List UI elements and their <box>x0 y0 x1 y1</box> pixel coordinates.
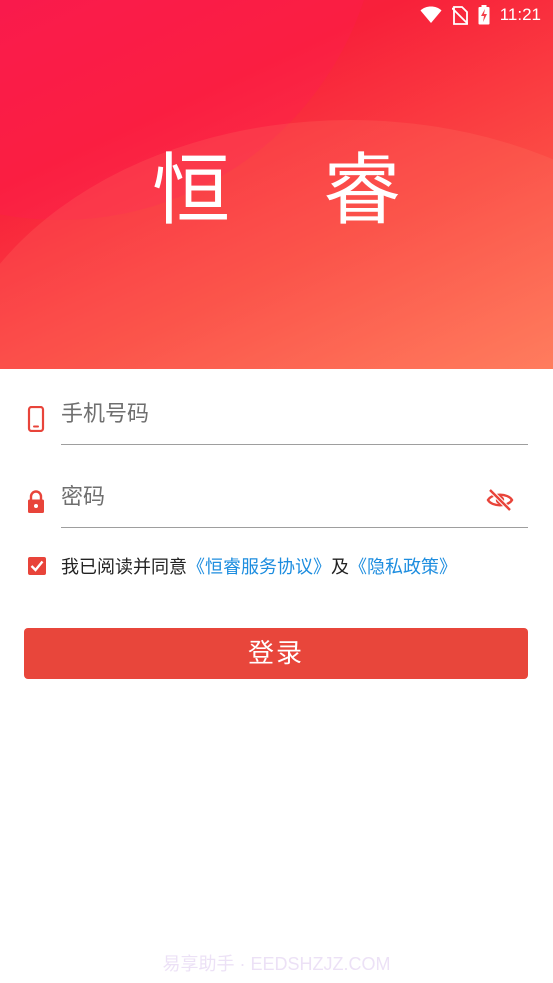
no-sim-icon <box>451 5 468 25</box>
phone-field <box>24 388 528 445</box>
phone-icon <box>26 405 46 436</box>
lock-icon <box>26 489 46 519</box>
agreement-checkbox[interactable] <box>28 557 46 575</box>
phone-underline <box>61 444 528 445</box>
password-input[interactable] <box>61 477 461 517</box>
checkmark-icon <box>30 560 44 572</box>
service-agreement-link[interactable]: 《恒睿服务协议》 <box>187 553 331 579</box>
watermark: 易享助手 · EEDSHZJZ.COM <box>162 954 391 974</box>
status-time: 11:21 <box>499 5 541 24</box>
privacy-policy-link[interactable]: 《隐私政策》 <box>349 553 457 579</box>
battery-charging-icon <box>478 5 490 25</box>
eye-off-icon[interactable] <box>486 488 514 516</box>
agreement-prefix: 我已阅读并同意 <box>61 557 187 578</box>
password-underline <box>61 527 528 528</box>
agreement-row: 我已阅读并同意 《恒睿服务协议》 及 《隐私政策》 <box>28 553 457 579</box>
wifi-icon <box>420 6 442 24</box>
phone-input[interactable] <box>61 394 461 434</box>
login-button[interactable]: 登录 <box>24 628 528 679</box>
app-title: 恒 睿 <box>152 146 435 236</box>
agreement-conjunction: 及 <box>331 557 349 578</box>
status-bar: 11:21 <box>0 0 553 30</box>
password-field <box>24 471 528 528</box>
header-banner: 11:21 恒 睿 <box>0 0 553 369</box>
